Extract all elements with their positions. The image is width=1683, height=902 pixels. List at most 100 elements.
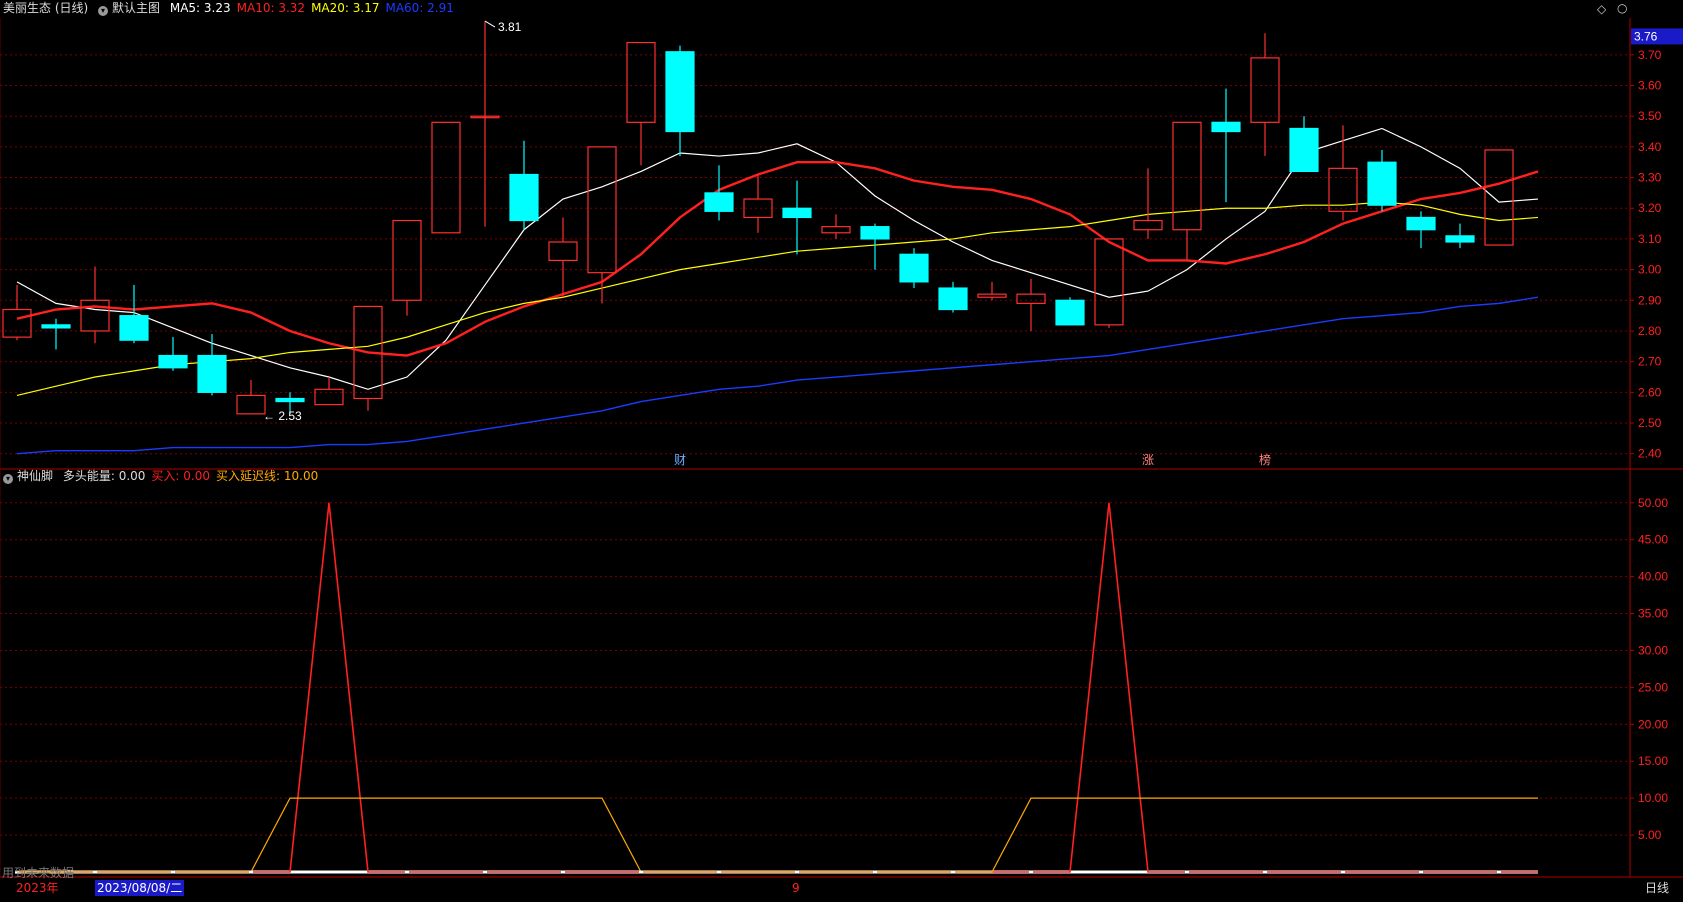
candle-body bbox=[899, 253, 929, 283]
candle-down bbox=[899, 248, 929, 289]
candle-down bbox=[704, 165, 734, 221]
indicator-tick-label: 30.00 bbox=[1638, 643, 1668, 657]
candle-body bbox=[587, 146, 617, 274]
baseline-marker bbox=[1107, 870, 1111, 874]
candle-body bbox=[392, 219, 422, 301]
settings-circle-icon[interactable]: ○ bbox=[1617, 1, 1627, 15]
candle-up bbox=[1484, 149, 1514, 246]
indicator-legend-item: 买入: 0.00 bbox=[151, 469, 210, 483]
baseline-marker bbox=[249, 870, 253, 874]
stock-title[interactable]: 美丽生态 (日线) bbox=[3, 1, 88, 15]
stock-chart[interactable]: 3.70 3.60 3.50 3.40 3.30 3.20 3.10 3.00 2.90 2.80… bbox=[0, 0, 1683, 902]
diamond-icon[interactable]: ◇ bbox=[1597, 2, 1606, 16]
baseline-marker bbox=[1419, 870, 1423, 874]
candle-body bbox=[1133, 219, 1163, 231]
candle-body bbox=[80, 299, 110, 332]
candle-body bbox=[314, 388, 344, 406]
indicator-tick-label: 15.00 bbox=[1638, 754, 1668, 768]
candle-up bbox=[80, 266, 110, 344]
candle-body bbox=[119, 315, 149, 341]
event-marker: 财 bbox=[674, 453, 686, 467]
candle-down bbox=[1211, 88, 1241, 203]
candle-down bbox=[860, 223, 890, 270]
price-tick-label: 2.50 bbox=[1638, 416, 1662, 430]
candle-body bbox=[275, 397, 305, 403]
ma60-line bbox=[16, 296, 1539, 455]
price-tick-label: 3.60 bbox=[1638, 79, 1662, 93]
future-data-note: 用到未来数据 bbox=[2, 866, 75, 880]
indicator-layer bbox=[15, 502, 1538, 874]
candle-up bbox=[392, 219, 422, 316]
candle-body bbox=[704, 192, 734, 212]
candle-body bbox=[1211, 121, 1241, 133]
indicator-legend: 多头能量: 0.00 买入: 0.00 买入延迟线: 10.00 bbox=[63, 469, 324, 483]
high-label: 3.81 bbox=[498, 20, 522, 34]
candle-down bbox=[197, 334, 227, 396]
candle-up bbox=[587, 146, 617, 304]
candle-body bbox=[236, 394, 266, 415]
low-label: ← 2.53 bbox=[263, 409, 302, 423]
candle-body bbox=[938, 287, 968, 311]
candle-body bbox=[158, 354, 188, 369]
price-tick-label: 3.40 bbox=[1638, 140, 1662, 154]
candle-up bbox=[1094, 238, 1124, 328]
ma-legend: MA5: 3.23 MA10: 3.32 MA20: 3.17 MA60: 2.91 bbox=[170, 1, 460, 15]
candle-body bbox=[782, 207, 812, 219]
baseline-marker bbox=[483, 870, 487, 874]
candle-body bbox=[1172, 121, 1202, 231]
candle-down bbox=[41, 318, 71, 350]
candle-up bbox=[548, 217, 578, 298]
indicator-tick-label: 35.00 bbox=[1638, 607, 1668, 621]
candle-down bbox=[119, 284, 149, 344]
candle-down bbox=[1367, 149, 1397, 212]
baseline-marker bbox=[1263, 870, 1267, 874]
candle-up bbox=[743, 174, 773, 233]
candle-down bbox=[1406, 211, 1436, 249]
indicator-legend-item: 买入延迟线: 10.00 bbox=[216, 469, 319, 483]
candle-body bbox=[1094, 238, 1124, 326]
candle-body bbox=[1250, 57, 1280, 123]
ma-legend-item: MA20: 3.17 bbox=[311, 1, 380, 15]
baseline-marker bbox=[1497, 870, 1501, 874]
indicator-tick-label: 45.00 bbox=[1638, 533, 1668, 547]
candle-body bbox=[41, 324, 71, 329]
baseline-marker bbox=[93, 870, 97, 874]
price-tick-label: 3.00 bbox=[1638, 263, 1662, 277]
candle-up bbox=[236, 380, 266, 415]
period-label[interactable]: 日线 bbox=[1645, 880, 1669, 896]
price-tick-label: 2.60 bbox=[1638, 385, 1662, 399]
chevron-down-icon[interactable]: ▾ bbox=[3, 474, 13, 484]
indicator-tick-label: 25.00 bbox=[1638, 680, 1668, 694]
price-axis: 3.70 3.60 3.50 3.40 3.30 3.20 3.10 3.00 2.90 2.80… bbox=[1630, 28, 1683, 842]
indicator-tick-label: 50.00 bbox=[1638, 496, 1668, 510]
baseline-marker bbox=[951, 870, 955, 874]
indicator-tick-label: 5.00 bbox=[1638, 828, 1662, 842]
main-chart-label[interactable]: 默认主图 bbox=[112, 1, 160, 15]
price-tick-label: 3.30 bbox=[1638, 171, 1662, 185]
ma-legend-item: MA10: 3.32 bbox=[236, 1, 306, 15]
main-chart-header: 美丽生态 (日线) ▾ 默认主图 MA5: 3.23 MA10: 3.32 MA20:… bbox=[3, 0, 460, 16]
candlestick-layer[interactable] bbox=[2, 21, 1514, 415]
year-label: 2023年 bbox=[16, 881, 59, 895]
indicator-name[interactable]: 神仙脚 bbox=[17, 469, 53, 483]
price-tick-label: 3.20 bbox=[1638, 201, 1662, 215]
candle-body bbox=[743, 198, 773, 219]
candle-body bbox=[860, 226, 890, 240]
baseline-marker bbox=[639, 870, 643, 874]
candle-body bbox=[1406, 216, 1436, 231]
date-cursor: 2023/08/08/二 bbox=[95, 880, 185, 896]
ma-legend-item: MA60: 2.91 bbox=[385, 1, 454, 15]
candle-down bbox=[782, 180, 812, 255]
high-pointer bbox=[484, 20, 496, 28]
price-tick-label: 3.10 bbox=[1638, 232, 1662, 246]
candle-body bbox=[1445, 235, 1475, 243]
baseline-marker bbox=[873, 870, 877, 874]
current-price-label: 3.76 bbox=[1634, 29, 1658, 43]
candle-down bbox=[665, 45, 695, 157]
candle-body bbox=[1016, 293, 1046, 304]
candle-body bbox=[1055, 299, 1085, 326]
candle-body bbox=[977, 293, 1007, 298]
candle-up bbox=[1250, 33, 1280, 157]
baseline-marker bbox=[795, 870, 799, 874]
chevron-down-icon[interactable]: ▾ bbox=[98, 6, 109, 16]
